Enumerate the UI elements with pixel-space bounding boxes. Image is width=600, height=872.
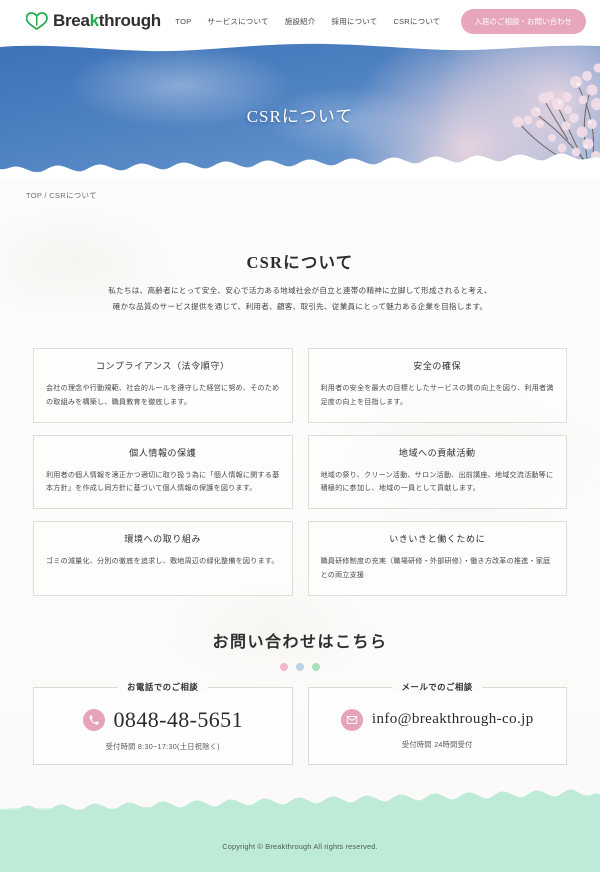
csr-card-title: 安全の確保 [413, 361, 462, 371]
nav-item-recruit[interactable]: 採用について [332, 16, 378, 27]
dot-green [312, 663, 320, 671]
csr-card-body: ゴミの減量化、分別の徹底を追求し、敷地周辺の緑化整備を図ります。 [46, 557, 279, 566]
phone-icon [82, 708, 105, 731]
nav-item-csr[interactable]: CSRについて [393, 16, 440, 27]
mail-contact-card[interactable]: メールでのご相談 info@breakthrough-co.jp 受付時間 24… [307, 681, 567, 765]
csr-card: コンプライアンス（法令順守） 会社の理念や行動規範、社会的ルールを遵守した経営に… [33, 348, 293, 423]
logo-text-k: k [89, 11, 99, 30]
mail-hours-note: 受付時間 24時間受付 [401, 739, 473, 749]
csr-card-grid: コンプライアンス（法令順守） 会社の理念や行動規範、社会的ルールを遵守した経営に… [33, 348, 567, 596]
logo-wordmark: Breakthrough [53, 11, 161, 31]
page-lead-text: 私たちは、高齢者にとって安全、安心で活力ある地域社会が自立と連帯の精神に立脚して… [0, 283, 600, 314]
csr-card-body: 会社の理念や行動規範、社会的ルールを遵守した経営に努め、そのための取組みを構築し… [46, 384, 280, 406]
csr-card: 環境への取り組み ゴミの減量化、分別の徹底を追求し、敷地周辺の緑化整備を図ります… [33, 521, 293, 596]
decorative-dots [0, 663, 600, 671]
csr-card: 個人情報の保護 利用者の個人情報を適正かつ適切に取り扱う為に「個人情報に関する基… [33, 434, 293, 510]
phone-hours-note: 受付時間 8:30~17:30(土日祝除く) [105, 741, 220, 751]
email-address[interactable]: info@breakthrough-co.jp [372, 711, 534, 728]
mail-card-main: info@breakthrough-co.jp [340, 708, 534, 731]
csr-card-title: 個人情報の保護 [129, 447, 197, 458]
csr-card: 地域への貢献活動 地域の祭り、クリーン活動、サロン活動、出前講座、地域交流活動等… [307, 434, 567, 510]
csr-card-body: 地域の祭り、クリーン活動、サロン活動、出前講座、地域交流活動等に積極的に参加し、… [320, 470, 554, 493]
contact-cta-button[interactable]: 入居のご相談・お問い合わせ [460, 8, 586, 34]
page-root: Breakthrough TOP サービスについて 施設紹介 採用について CS… [0, 0, 600, 872]
hero-title: CSRについて [246, 107, 354, 126]
csr-card: 安全の確保 利用者の安全を最大の目標としたサービスの質の向上を図り、利用者満足度… [307, 348, 567, 423]
breadcrumb-current: CSRについて [49, 191, 97, 200]
nav-item-top[interactable]: TOP [175, 17, 191, 26]
site-logo[interactable]: Breakthrough [25, 11, 161, 31]
csr-card-body: 利用者の安全を最大の目標としたサービスの質の向上を図り、利用者満足度の向上を目指… [320, 384, 554, 406]
phone-contact-card[interactable]: お電話でのご相談 0848-48-5651 受付時間 8:30~17:30(土日… [33, 681, 293, 765]
lead-line-2: 確かな品質のサービス提供を通じて、利用者、顧客、取引先、従業員にとって魅力ある企… [112, 301, 488, 311]
footer-bar: Copyright © Breakthrough All rights rese… [0, 810, 600, 872]
hero-top-wave-decoration [0, 42, 600, 52]
phone-number[interactable]: 0848-48-5651 [114, 707, 243, 733]
footer-torn-edge-decoration [0, 789, 600, 814]
breadcrumb: TOP / CSRについて [26, 190, 97, 201]
main-nav: TOP サービスについて 施設紹介 採用について CSRについて 入居のご相談・… [175, 8, 586, 34]
dot-pink [280, 663, 288, 671]
csr-card: いきいきと働くために 職員研修制度の充実（職場研修・外部研修）・働き方改革の推進… [307, 521, 567, 596]
site-header: Breakthrough TOP サービスについて 施設紹介 採用について CS… [0, 0, 600, 42]
csr-card-title: 環境への取り組み [124, 534, 202, 545]
breadcrumb-home-link[interactable]: TOP [26, 191, 42, 200]
csr-card-title: コンプライアンス（法令順守） [95, 361, 230, 371]
nav-item-facilities[interactable]: 施設紹介 [285, 16, 316, 27]
csr-card-body: 利用者の個人情報を適正かつ適切に取り扱う為に「個人情報に関する基本方針」を作成し… [46, 470, 280, 493]
logo-text-before: Brea [53, 11, 90, 30]
mail-icon [340, 708, 363, 731]
heart-icon [25, 11, 48, 31]
csr-card-title: いきいきと働くために [389, 534, 486, 545]
contact-card-grid: お電話でのご相談 0848-48-5651 受付時間 8:30~17:30(土日… [33, 681, 567, 765]
mail-card-heading: メールでのご相談 [391, 681, 483, 693]
nav-item-services[interactable]: サービスについて [207, 16, 268, 27]
phone-card-main: 0848-48-5651 [82, 707, 243, 733]
page-title: CSRについて [246, 253, 354, 272]
footer-copyright: Copyright © Breakthrough All rights rese… [222, 841, 378, 851]
csr-card-body: 職員研修制度の充実（職場研修・外部研修）・働き方改革の推進・家庭との両立支援 [320, 557, 551, 580]
phone-card-heading: お電話でのご相談 [117, 681, 209, 693]
hero-bottom-torn-decoration [0, 153, 600, 179]
dot-blue [296, 663, 304, 671]
site-footer: Copyright © Breakthrough All rights rese… [0, 780, 600, 872]
hero-banner: CSRについて [0, 42, 600, 179]
csr-card-title: 地域への貢献活動 [398, 447, 476, 458]
lead-line-1: 私たちは、高齢者にとって安全、安心で活力ある地域社会が自立と連帯の精神に立脚して… [108, 286, 492, 295]
contact-section-title: お問い合わせはこちら [212, 634, 388, 651]
logo-text-after: through [98, 11, 161, 30]
